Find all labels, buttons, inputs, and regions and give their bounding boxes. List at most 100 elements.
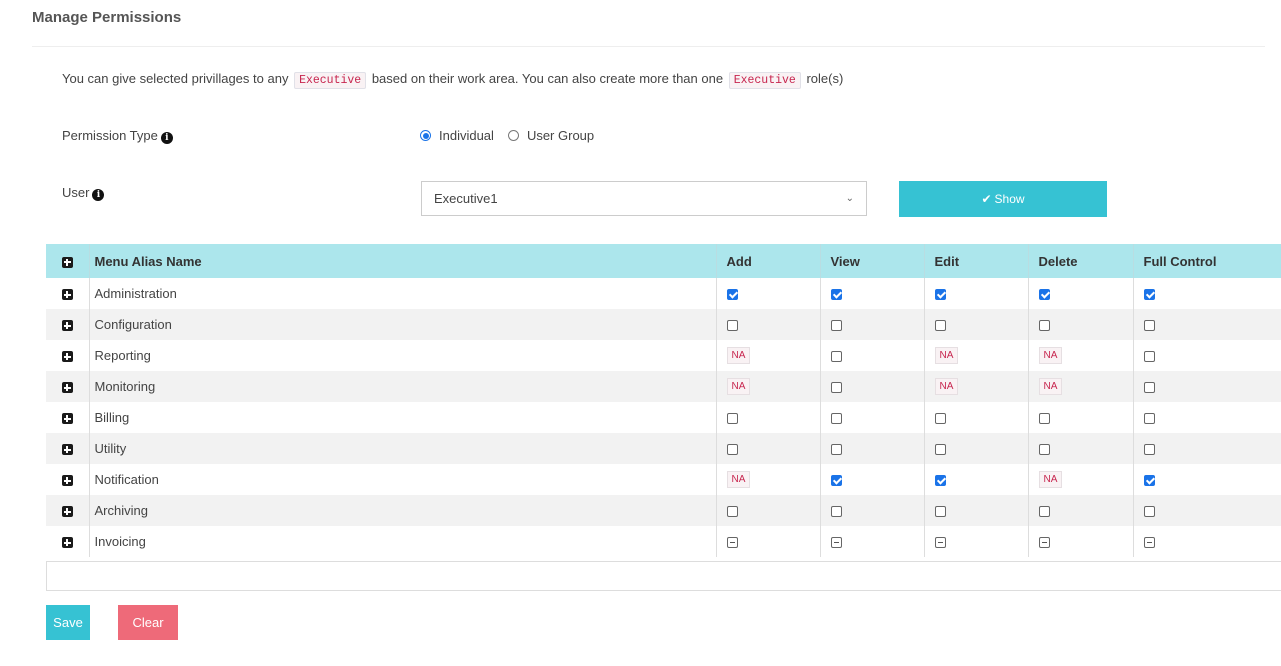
info-icon[interactable]: i xyxy=(160,132,173,144)
table-row: Invoicing xyxy=(46,526,1281,557)
intro-part-1: You can give selected privillages to any xyxy=(62,71,289,86)
menu-alias-name: Invoicing xyxy=(89,526,717,557)
full-checkbox[interactable] xyxy=(1143,289,1155,301)
view-checkbox[interactable] xyxy=(830,475,842,487)
intro-part-2: based on their work area. You can also c… xyxy=(371,71,724,86)
view-checkbox[interactable] xyxy=(830,413,842,425)
radio-user-group-dot[interactable] xyxy=(507,130,519,141)
na-badge: NA xyxy=(1038,378,1063,396)
radio-user-group[interactable]: User Group xyxy=(507,128,594,143)
delete-checkbox[interactable] xyxy=(1038,537,1050,549)
expand-plus-icon[interactable] xyxy=(61,444,73,456)
user-select[interactable]: Executive1 ⌄ xyxy=(421,181,867,216)
full-checkbox[interactable] xyxy=(1143,537,1155,549)
edit-checkbox[interactable] xyxy=(934,289,946,301)
page-title: Manage Permissions xyxy=(32,9,182,26)
radio-individual[interactable]: Individual xyxy=(420,128,494,143)
full-checkbox[interactable] xyxy=(1143,506,1155,518)
table-header-row: Menu Alias Name Add View Edit Delete Ful… xyxy=(46,244,1281,278)
menu-alias-name: Monitoring xyxy=(89,371,717,402)
expand-plus-icon[interactable] xyxy=(61,351,73,363)
expand-plus-icon[interactable] xyxy=(61,320,73,332)
full-checkbox[interactable] xyxy=(1143,413,1155,425)
permission-cell-full xyxy=(1133,340,1281,371)
full-checkbox[interactable] xyxy=(1143,382,1155,394)
view-checkbox[interactable] xyxy=(830,320,842,332)
add-checkbox[interactable] xyxy=(726,537,738,549)
expand-plus-icon[interactable] xyxy=(61,537,73,549)
edit-checkbox[interactable] xyxy=(934,506,946,518)
add-checkbox[interactable] xyxy=(726,413,738,425)
na-badge: NA xyxy=(726,378,751,396)
expand-cell xyxy=(46,433,90,464)
full-checkbox[interactable] xyxy=(1143,475,1155,487)
permission-cell-add: NA xyxy=(716,371,821,402)
edit-checkbox[interactable] xyxy=(934,475,946,487)
expand-plus-icon[interactable] xyxy=(61,382,73,394)
na-badge: NA xyxy=(934,378,959,396)
add-checkbox[interactable] xyxy=(726,289,738,301)
table-row: Configuration xyxy=(46,309,1281,340)
role-code-2: Executive xyxy=(728,72,801,89)
expand-cell xyxy=(46,464,90,495)
table-row: Monitoring NA NA NA xyxy=(46,371,1281,402)
permission-cell-view xyxy=(820,464,925,495)
permission-cell-full xyxy=(1133,371,1281,402)
add-checkbox[interactable] xyxy=(726,320,738,332)
radio-individual-dot[interactable] xyxy=(420,130,431,141)
expand-all-icon[interactable] xyxy=(61,256,73,268)
clear-button[interactable]: Clear xyxy=(118,605,178,640)
permission-cell-view xyxy=(820,340,925,371)
view-checkbox[interactable] xyxy=(830,506,842,518)
header-edit: Edit xyxy=(924,244,1029,278)
edit-checkbox[interactable] xyxy=(934,320,946,332)
view-checkbox[interactable] xyxy=(830,537,842,549)
edit-checkbox[interactable] xyxy=(934,413,946,425)
delete-checkbox[interactable] xyxy=(1038,506,1050,518)
full-checkbox[interactable] xyxy=(1143,320,1155,332)
permission-cell-delete xyxy=(1028,402,1134,433)
save-button[interactable]: Save xyxy=(46,605,90,640)
menu-alias-name: Billing xyxy=(89,402,717,433)
delete-checkbox[interactable] xyxy=(1038,289,1050,301)
expand-plus-icon[interactable] xyxy=(61,289,73,301)
edit-checkbox[interactable] xyxy=(934,537,946,549)
add-checkbox[interactable] xyxy=(726,444,738,456)
view-checkbox[interactable] xyxy=(830,351,842,363)
show-button[interactable]: ✔ Show xyxy=(899,181,1107,217)
view-checkbox[interactable] xyxy=(830,444,842,456)
permission-cell-delete xyxy=(1028,278,1134,309)
delete-checkbox[interactable] xyxy=(1038,444,1050,456)
user-label-text: User xyxy=(62,185,90,200)
full-checkbox[interactable] xyxy=(1143,444,1155,456)
expand-plus-icon[interactable] xyxy=(61,506,73,518)
view-checkbox[interactable] xyxy=(830,289,842,301)
full-checkbox[interactable] xyxy=(1143,351,1155,363)
table-body: Administration Configuration Reporting NA NA… xyxy=(46,278,1281,557)
user-label: User i xyxy=(62,185,105,201)
expand-cell xyxy=(46,340,90,371)
table-row: Administration xyxy=(46,278,1281,309)
expand-cell xyxy=(46,371,90,402)
header-view: View xyxy=(820,244,925,278)
expand-plus-icon[interactable] xyxy=(61,413,73,425)
delete-checkbox[interactable] xyxy=(1038,320,1050,332)
edit-checkbox[interactable] xyxy=(934,444,946,456)
add-checkbox[interactable] xyxy=(726,506,738,518)
expand-cell xyxy=(46,402,90,433)
menu-alias-name: Reporting xyxy=(89,340,717,371)
expand-all-cell xyxy=(46,244,90,278)
info-icon[interactable]: i xyxy=(92,189,105,201)
na-badge: NA xyxy=(1038,347,1063,365)
view-checkbox[interactable] xyxy=(830,382,842,394)
permission-cell-delete xyxy=(1028,495,1134,526)
permission-cell-add: NA xyxy=(716,464,821,495)
permission-cell-full xyxy=(1133,402,1281,433)
delete-checkbox[interactable] xyxy=(1038,413,1050,425)
header-add: Add xyxy=(716,244,821,278)
expand-plus-icon[interactable] xyxy=(61,475,73,487)
permission-cell-edit xyxy=(924,464,1029,495)
permission-cell-delete: NA xyxy=(1028,464,1134,495)
expand-cell xyxy=(46,278,90,309)
menu-alias-name: Administration xyxy=(89,278,717,309)
